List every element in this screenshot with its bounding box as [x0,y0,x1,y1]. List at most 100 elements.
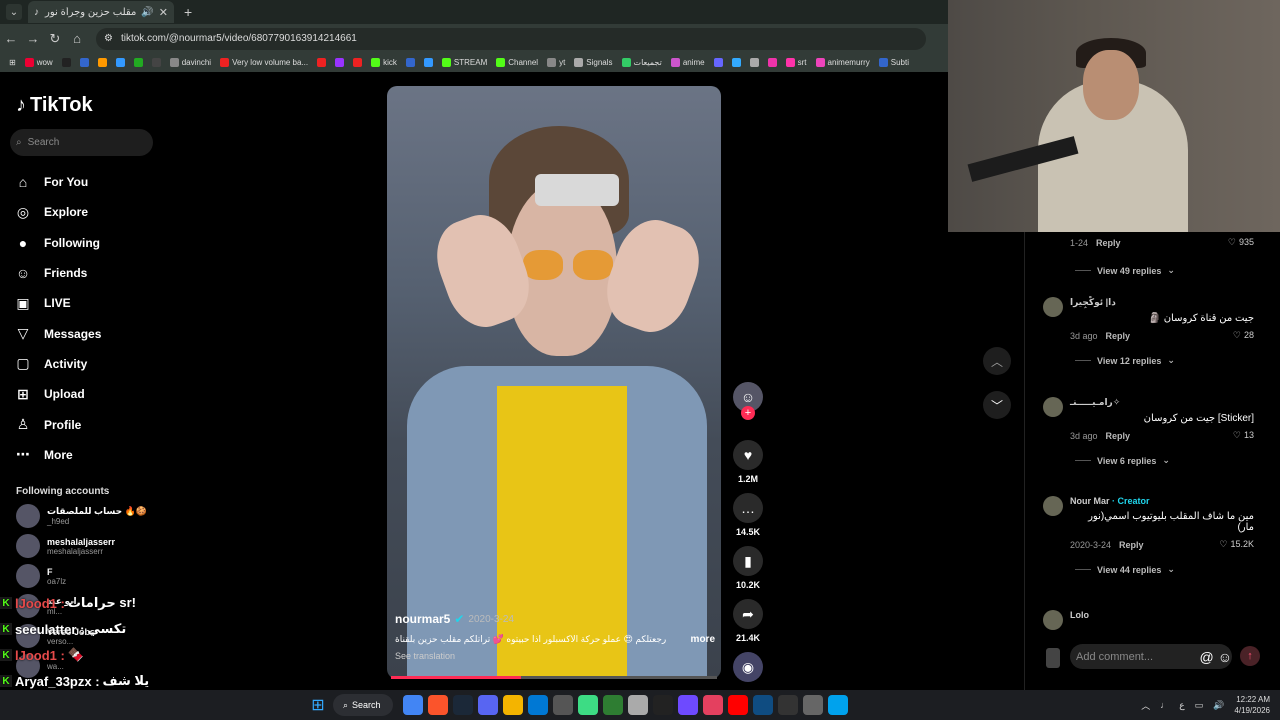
sound-disc-icon[interactable]: ◉ [733,652,763,682]
follow-plus-icon[interactable]: + [741,406,755,420]
comment-author[interactable]: رامـيـــــنـ✧ [1070,397,1120,407]
new-tab-button[interactable]: + [184,4,192,20]
close-tab-icon[interactable]: ✕ [159,6,168,19]
back-icon[interactable]: ← [0,31,22,46]
comment-avatar[interactable] [1043,297,1063,317]
taskbar-app-icon[interactable] [803,695,823,715]
bookmark-item[interactable]: yt [547,58,565,67]
bookmark-icon[interactable]: ▮ [733,546,763,576]
reply-button[interactable]: Reply [1106,431,1131,441]
bookmark-item[interactable]: kick [371,58,397,67]
taskbar-app-icon[interactable] [653,695,673,715]
bookmark-item[interactable]: wow [24,58,53,67]
tiktok-logo[interactable]: ♪ TikTok [16,94,93,117]
taskbar-app-icon[interactable] [478,695,498,715]
bookmark-item[interactable] [61,58,71,67]
comment-author[interactable]: Nour Mar [1070,496,1110,506]
bookmark-item[interactable] [133,58,143,67]
taskbar-app-icon[interactable] [828,695,848,715]
taskbar-app-icon[interactable] [553,695,573,715]
taskbar-app-icon[interactable] [453,695,473,715]
url-field[interactable]: ⚙ tiktok.com/@nourmar5/video/68077901639… [96,27,926,50]
comment-avatar[interactable] [1043,610,1063,630]
bookmark-item[interactable]: Very low volume ba... [220,58,308,67]
taskbar-app-icon[interactable] [528,695,548,715]
following-account[interactable]: meshalaljasserr meshalaljasserr [16,534,115,558]
bookmark-item[interactable]: تجميعات [621,58,662,67]
bookmark-item[interactable]: Channel [496,58,538,67]
bookmark-item[interactable] [353,58,363,67]
view-replies-button[interactable]: View 6 replies ⌄ [1075,455,1254,466]
following-account[interactable]: Foa7lz [16,564,66,588]
bookmark-item[interactable] [713,58,723,67]
home-icon[interactable]: ⌂ [66,31,88,46]
forward-icon[interactable]: → [22,31,44,46]
menu-item[interactable]: ⌂ For You [14,167,101,197]
taskbar-app-icon[interactable] [503,695,523,715]
menu-item[interactable]: ☺ Friends [14,258,101,288]
bookmark-item[interactable] [335,58,345,67]
mention-icon[interactable]: @ [1199,649,1213,665]
video-progress-bar[interactable] [391,676,717,679]
previous-video-button[interactable]: ︿ [983,347,1011,375]
following-account[interactable]: حساب للملصقات 🔥🍪 _h9ed [16,504,147,528]
comment-icon[interactable]: … [733,493,763,523]
bookmark-item[interactable] [317,58,327,67]
bookmark-item[interactable]: srt [785,58,807,67]
caption-more-button[interactable]: more [691,634,715,645]
bookmark-item[interactable]: Signals [574,58,613,67]
bookmark-item[interactable] [405,58,415,67]
search-input[interactable]: ⌕ Search [10,129,153,156]
video-username[interactable]: nourmar5 [395,612,450,626]
clock[interactable]: 12:22 AM 4/19/2026 [1234,694,1270,716]
tab-search-icon[interactable]: ⌄ [6,4,22,20]
taskbar-app-icon[interactable] [778,695,798,715]
taskbar-app-icon[interactable] [403,695,423,715]
taskbar-app-icon[interactable] [578,695,598,715]
tray-chevron-icon[interactable]: ︿ [1141,699,1150,712]
language-indicator[interactable]: ع [1179,700,1184,711]
start-icon[interactable]: ⊞ [308,695,328,715]
heart-icon[interactable]: ♡ [1228,237,1236,248]
reload-icon[interactable]: ↻ [44,31,66,47]
bookmark-item[interactable] [79,58,89,67]
menu-item[interactable]: ♙ Profile [14,409,101,439]
taskbar-app-icon[interactable] [678,695,698,715]
bookmark-item[interactable] [115,58,125,67]
view-replies-button[interactable]: View 44 replies ⌄ [1075,564,1254,575]
bookmark-item[interactable] [151,58,161,67]
view-replies-button[interactable]: View 49 replies ⌄ [1075,265,1175,276]
comment-avatar[interactable] [1043,496,1063,516]
bookmark-item[interactable]: STREAM [441,58,487,67]
add-comment-input[interactable]: Add comment... @ ☺ [1070,644,1232,669]
taskbar-app-icon[interactable] [603,695,623,715]
taskbar-app-icon[interactable] [703,695,723,715]
view-replies-button[interactable]: View 12 replies ⌄ [1075,355,1254,366]
bookmark-item[interactable] [767,58,777,67]
menu-item[interactable]: ▣ LIVE [14,288,101,318]
menu-item[interactable]: ⊞ Upload [14,379,101,409]
reply-button[interactable]: Reply [1119,540,1144,550]
taskbar-app-icon[interactable] [428,695,448,715]
comment-avatar[interactable] [1043,397,1063,417]
send-comment-button[interactable]: ↑ [1240,646,1260,666]
heart-icon[interactable]: ♡ [1233,330,1241,341]
menu-item[interactable]: ● Following [14,228,101,258]
network-icon[interactable]: ▭ [1195,700,1204,711]
taskbar-app-icon[interactable] [628,695,648,715]
video-player[interactable] [387,86,721,679]
bookmark-item[interactable]: animemurry [815,58,870,67]
taskbar-app-icon[interactable] [753,695,773,715]
menu-item[interactable]: ⋯ More [14,440,101,470]
taskbar-search[interactable]: ⌕ Search [333,694,393,716]
bookmark-item[interactable] [749,58,759,67]
user-avatar[interactable] [1046,648,1060,668]
menu-item[interactable]: ▽ Messages [14,318,102,348]
audio-icon[interactable]: 🔊 [141,7,153,18]
reply-button[interactable]: Reply [1106,331,1131,341]
bookmark-item[interactable] [423,58,433,67]
volume-icon[interactable]: 🔊 [1213,700,1224,711]
bookmark-item[interactable]: anime [670,58,705,67]
browser-tab[interactable]: ♪ مقلب حزين وجرأة نور مار | ج... 🔊 ✕ [28,1,174,23]
comment-author[interactable]: دا| ئوكْجِيرا [1070,297,1116,307]
